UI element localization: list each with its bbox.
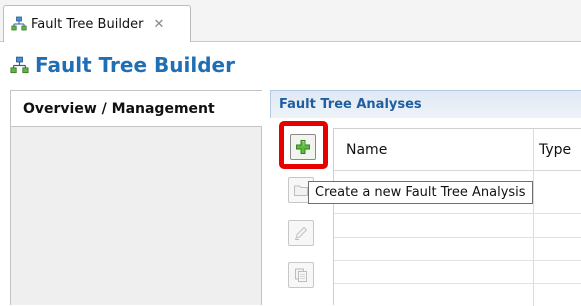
pencil-icon: [293, 225, 309, 241]
column-header-type[interactable]: Type: [539, 142, 571, 158]
page-title: Fault Tree Builder: [35, 53, 235, 77]
editor-tab-fault-tree-builder[interactable]: Fault Tree Builder ✕: [3, 5, 191, 42]
column-divider: [533, 129, 534, 306]
tab-label: Overview / Management: [23, 100, 215, 117]
editor-tab-strip: Fault Tree Builder ✕: [0, 0, 581, 42]
fault-tree-icon: [10, 56, 29, 75]
edit-analysis-button[interactable]: [288, 220, 314, 246]
section-title: Fault Tree Analyses: [279, 97, 422, 112]
section-title-bar: Fault Tree Analyses: [270, 90, 581, 118]
add-analysis-button[interactable]: [290, 134, 316, 160]
folder-icon: [293, 182, 309, 198]
fault-tree-icon: [11, 16, 27, 32]
copy-icon: [293, 267, 309, 283]
table-header: Name Type: [334, 129, 581, 171]
table-row: [334, 260, 581, 261]
add-button-tooltip: Create a new Fault Tree Analysis: [308, 181, 533, 204]
table-row: [334, 213, 581, 214]
column-header-name[interactable]: Name: [346, 142, 387, 158]
table-row: [334, 237, 581, 238]
tab-overview-management[interactable]: Overview / Management: [11, 91, 262, 127]
copy-analysis-button[interactable]: [288, 262, 314, 288]
editor-tab-label: Fault Tree Builder: [31, 16, 144, 32]
table-row: [334, 283, 581, 284]
left-panel: Overview / Management: [10, 90, 262, 305]
analyses-table[interactable]: Name Type: [333, 128, 581, 306]
plus-icon: [295, 139, 311, 155]
form-header: Fault Tree Builder: [0, 42, 581, 88]
close-icon[interactable]: ✕: [154, 18, 165, 31]
